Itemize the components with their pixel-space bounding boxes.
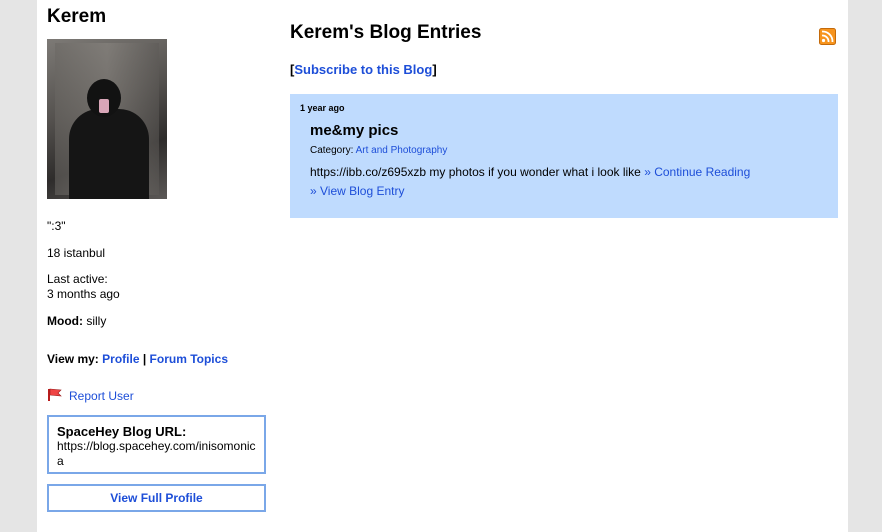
report-flag-icon bbox=[48, 388, 62, 401]
view-my-label: View my: bbox=[47, 352, 99, 366]
entry-category: Category: Art and Photography bbox=[310, 145, 447, 156]
subscribe-link[interactable]: Subscribe to this Blog bbox=[294, 62, 432, 77]
link-separator: | bbox=[142, 352, 147, 366]
blog-url-label: SpaceHey Blog URL: bbox=[57, 424, 187, 439]
page-title: Kerem's Blog Entries bbox=[290, 22, 482, 43]
profile-photo[interactable] bbox=[47, 39, 167, 199]
view-blog-entry-link[interactable]: » View Blog Entry bbox=[310, 184, 405, 198]
report-user-link[interactable]: Report User bbox=[69, 389, 134, 403]
entry-title: me&my pics bbox=[310, 122, 399, 139]
blog-url-value: https://blog.spacehey.com/inisomonica bbox=[57, 439, 256, 468]
excerpt-text: https://ibb.co/z695xzb my photos if you … bbox=[310, 165, 641, 179]
view-my-links: View my: Profile | Forum Topics bbox=[47, 352, 228, 367]
profile-age-location: 18 istanbul bbox=[47, 246, 106, 260]
report-user[interactable]: Report User bbox=[47, 388, 134, 404]
subscribe: [Subscribe to this Blog] bbox=[290, 62, 437, 77]
forum-topics-link[interactable]: Forum Topics bbox=[150, 352, 228, 366]
category-label: Category: bbox=[310, 145, 354, 156]
profile-quote: ":3" bbox=[47, 219, 66, 233]
mood: Mood: silly bbox=[47, 314, 106, 329]
rss-feed-icon[interactable] bbox=[819, 28, 836, 45]
last-active-label: Last active: bbox=[47, 272, 108, 286]
view-full-profile-button[interactable]: View Full Profile bbox=[47, 484, 266, 512]
blog-entry: 1 year ago me&my pics Category: Art and … bbox=[290, 94, 838, 218]
mood-label: Mood: bbox=[47, 314, 83, 328]
blog-url-box: SpaceHey Blog URL: https://blog.spacehey… bbox=[47, 415, 266, 474]
profile-link[interactable]: Profile bbox=[102, 352, 139, 366]
profile-name: Kerem bbox=[47, 6, 107, 27]
entry-timestamp: 1 year ago bbox=[300, 103, 345, 113]
last-active-value: 3 months ago bbox=[47, 287, 120, 301]
mood-value: silly bbox=[86, 314, 107, 328]
entry-excerpt: https://ibb.co/z695xzb my photos if you … bbox=[310, 164, 750, 180]
page-container: Kerem ":3" 18 istanbul Last active: 3 mo… bbox=[37, 0, 848, 532]
continue-reading-link[interactable]: » Continue Reading bbox=[644, 165, 750, 179]
category-link[interactable]: Art and Photography bbox=[356, 145, 448, 156]
bracket-close: ] bbox=[432, 62, 437, 77]
